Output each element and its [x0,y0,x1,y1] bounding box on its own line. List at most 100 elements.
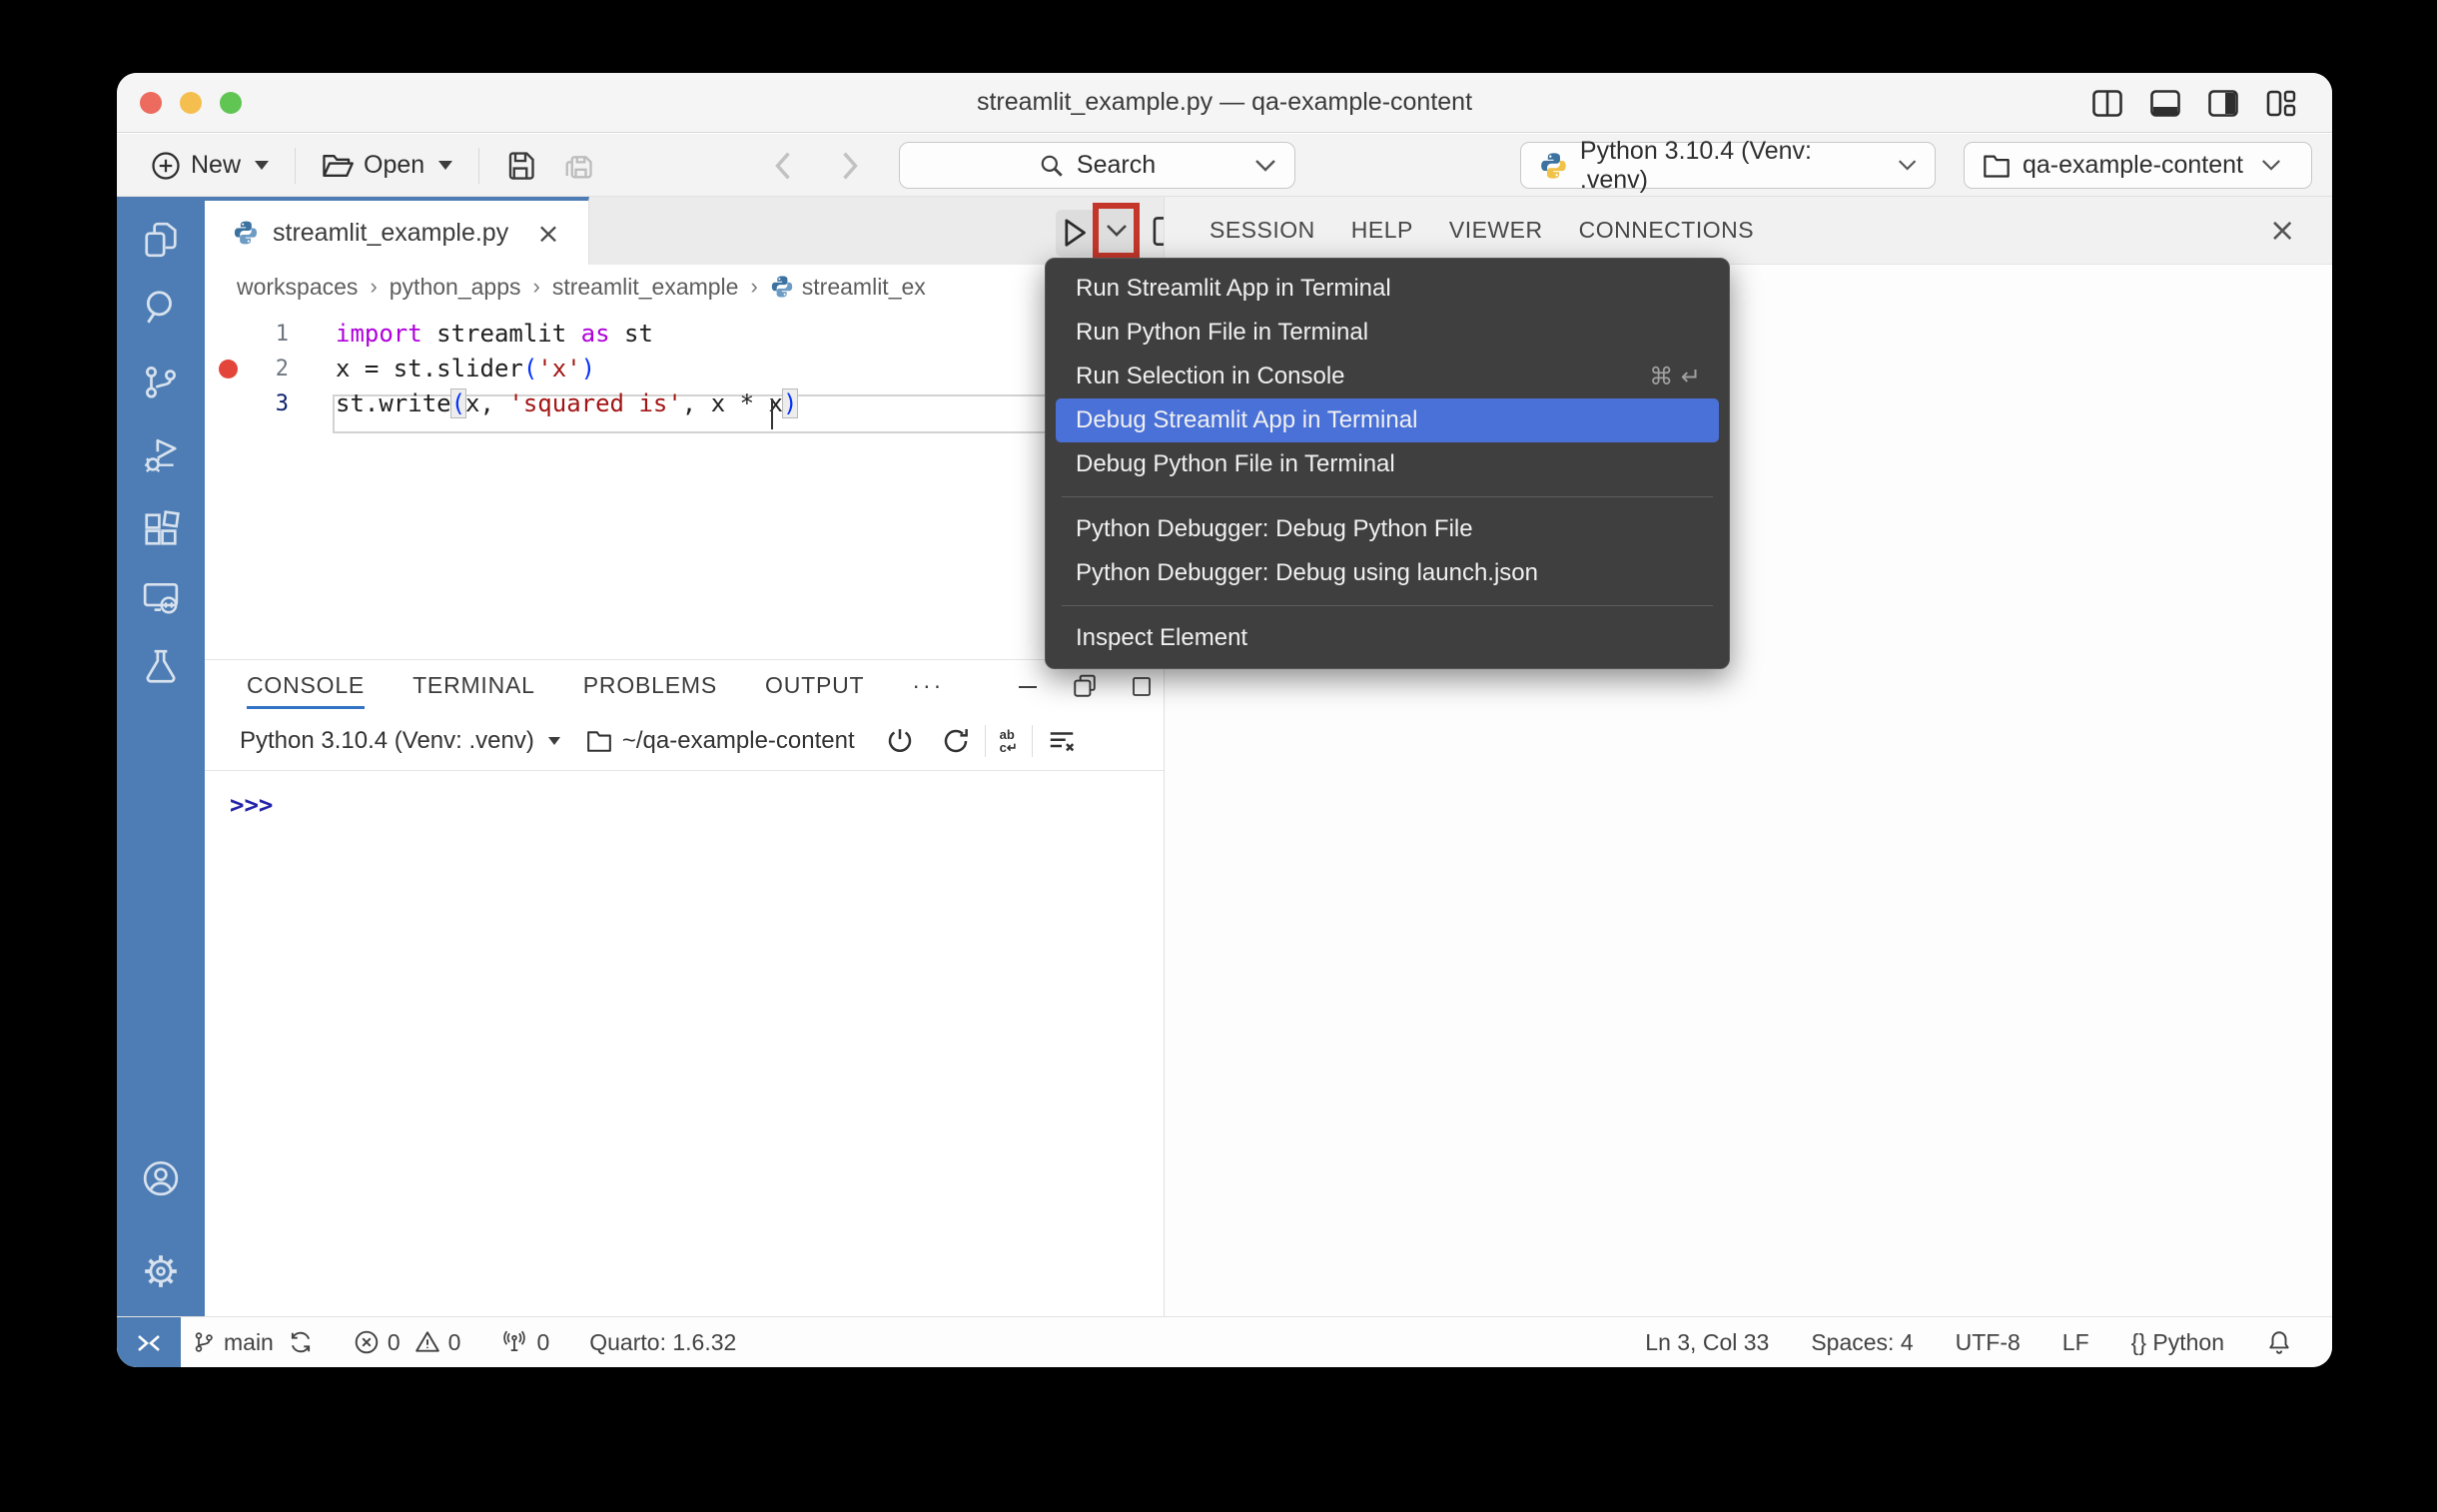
notifications-bell-icon[interactable] [2266,1329,2292,1355]
account-icon[interactable] [142,1159,180,1197]
console-prompt[interactable]: >>> [230,791,273,819]
menu-item-run-python-file[interactable]: Run Python File in Terminal [1046,311,1729,355]
line-number: 3 [205,386,289,421]
eol-item[interactable]: LF [2062,1329,2089,1356]
search-input[interactable]: Search [899,142,1295,189]
menu-item-inspect-element[interactable]: Inspect Element [1046,616,1729,660]
code-line-3: 3 st.write(x, 'squared is', x * x) [205,386,1164,421]
menu-item-debug-streamlit[interactable]: Debug Streamlit App in Terminal [1056,398,1719,442]
encoding-item[interactable]: UTF-8 [1956,1329,2021,1356]
testing-icon[interactable] [142,648,180,686]
maximize-panel-icon[interactable] [1130,674,1154,698]
extensions-icon[interactable] [142,510,180,548]
save-all-button[interactable] [549,151,607,181]
panel-more-tabs-icon[interactable]: ··· [912,660,944,711]
app-window: streamlit_example.py — qa-example-conten… [117,73,2332,1367]
status-bar: main 0 0 0 Quarto: 1.6.32 Ln 3, Col 33 S… [117,1316,2332,1367]
zoom-window-button[interactable] [220,92,242,114]
breakpoint-icon[interactable] [219,360,238,378]
source-control-icon[interactable] [142,363,180,400]
error-count: 0 [388,1329,401,1356]
custom-layout-icon[interactable] [2266,90,2296,117]
tab-terminal[interactable]: TERMINAL [412,660,535,711]
close-window-button[interactable] [140,92,162,114]
save-icon [505,151,535,181]
menu-item-run-streamlit[interactable]: Run Streamlit App in Terminal [1046,267,1729,311]
folder-icon [1983,153,2011,179]
cursor-position-item[interactable]: Ln 3, Col 33 [1645,1329,1769,1356]
tab-session[interactable]: SESSION [1210,217,1315,244]
problems-item[interactable]: 0 0 [354,1329,461,1356]
chevron-down-icon [2261,159,2281,172]
quarto-version-item[interactable]: Quarto: 1.6.32 [589,1329,736,1356]
toggle-right-panel-icon[interactable] [2208,90,2238,117]
title-bar: streamlit_example.py — qa-example-conten… [117,73,2332,133]
breadcrumb-segment[interactable]: streamlit_example [552,274,739,301]
folder-open-icon [322,152,354,180]
interpreter-label: Python 3.10.4 (Venv: .venv) [1580,137,1876,195]
console-interpreter-label: Python 3.10.4 (Venv: .venv) [240,727,534,755]
tab-close-icon[interactable]: × [536,217,559,250]
bottom-panel: CONSOLE TERMINAL PROBLEMS OUTPUT ··· Pyt… [205,659,1164,1316]
run-and-debug-icon[interactable] [142,437,180,475]
activity-bar [117,197,205,1316]
search-sidebar-icon[interactable] [142,288,180,326]
menu-item-pd-launch-json[interactable]: Python Debugger: Debug using launch.json [1046,551,1729,595]
sync-changes-item[interactable] [288,1329,314,1355]
console-interpreter-selector[interactable]: Python 3.10.4 (Venv: .venv) [240,727,560,755]
language-mode-item[interactable]: {} Python [2131,1329,2224,1356]
tab-help[interactable]: HELP [1351,217,1413,244]
plus-circle-icon [151,151,181,181]
shutdown-console-button[interactable] [885,726,915,756]
working-directory[interactable]: ~/qa-example-content [586,727,855,755]
clear-console-icon [1047,726,1077,756]
settings-gear-icon[interactable] [142,1252,180,1290]
code-line-1: 1 import streamlit as st [205,317,1164,352]
ports-item[interactable]: 0 [500,1329,549,1356]
forward-button[interactable] [838,134,862,197]
open-button[interactable]: Open [308,151,466,180]
chevron-down-icon [1898,159,1917,172]
tab-viewer[interactable]: VIEWER [1449,217,1543,244]
power-icon [885,726,915,756]
minimize-panel-icon[interactable] [1016,674,1040,698]
tab-connections[interactable]: CONNECTIONS [1579,217,1754,244]
tab-problems[interactable]: PROBLEMS [583,660,717,711]
close-right-panel-icon[interactable]: × [2269,211,2296,249]
clear-console-button[interactable] [1047,726,1077,756]
save-button[interactable] [491,151,549,181]
new-button[interactable]: New [137,151,283,181]
remote-explorer-icon[interactable] [142,578,180,616]
minimize-window-button[interactable] [180,92,202,114]
restore-panel-icon[interactable] [1072,673,1098,699]
back-button[interactable] [771,134,795,197]
toggle-split-layout-icon[interactable] [2092,90,2122,117]
menu-item-debug-python-file[interactable]: Debug Python File in Terminal [1046,442,1729,486]
code-editor[interactable]: 1 import streamlit as st 2 x = st.slider… [205,309,1164,659]
tab-console[interactable]: CONSOLE [247,660,365,711]
project-label: qa-example-content [2023,151,2243,180]
quarto-version: Quarto: 1.6.32 [589,1329,736,1356]
breadcrumb-segment[interactable]: python_apps [390,274,521,301]
right-panel-tab-bar: SESSION HELP VIEWER CONNECTIONS × [1165,197,2332,265]
indentation-item[interactable]: Spaces: 4 [1811,1329,1913,1356]
new-button-label: New [191,151,241,180]
menu-item-pd-debug-file[interactable]: Python Debugger: Debug Python File [1046,507,1729,551]
breadcrumb-segment[interactable]: workspaces [237,274,358,301]
run-dropdown-chevron-icon[interactable] [1106,224,1128,238]
breadcrumb: workspaces › python_apps › streamlit_exa… [205,265,1164,309]
explorer-icon[interactable] [142,221,180,259]
git-branch-item[interactable]: main [192,1329,274,1356]
tab-streamlit-example[interactable]: streamlit_example.py × [205,197,589,265]
interpreter-selector[interactable]: Python 3.10.4 (Venv: .venv) [1520,142,1936,189]
execute-code-icon[interactable]: abc↵ [1000,728,1018,754]
tab-output[interactable]: OUTPUT [765,660,864,711]
line-number: 1 [205,317,289,352]
remote-indicator[interactable] [117,1317,181,1367]
breadcrumb-segment-file[interactable]: streamlit_ex [770,274,926,301]
restart-console-button[interactable] [941,726,971,756]
menu-item-run-selection[interactable]: Run Selection in Console⌘ ↵ [1046,355,1729,398]
toggle-bottom-panel-icon[interactable] [2150,90,2180,117]
project-selector[interactable]: qa-example-content [1964,142,2312,189]
run-file-button[interactable] [1062,218,1088,248]
